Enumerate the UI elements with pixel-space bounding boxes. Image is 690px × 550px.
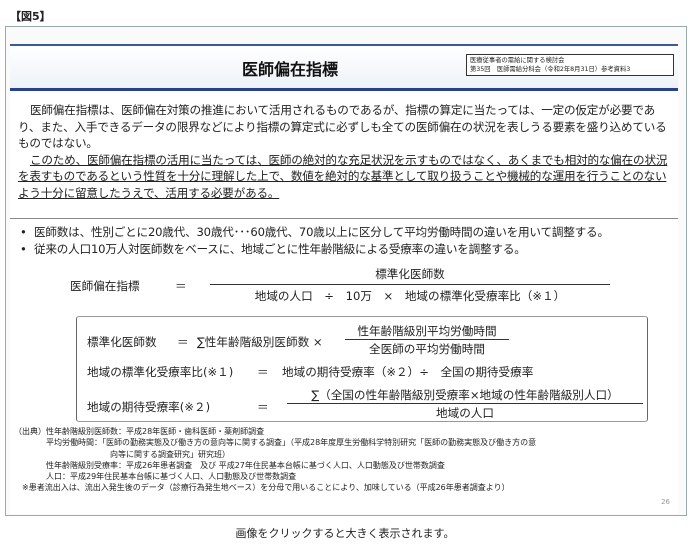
slide[interactable]: 医師偏在指標 医療従事者の需給に関する検討会 第35回 医師需給分科会（令和2年… <box>10 44 678 514</box>
def-work-hours-numerator: 性年齢階級別平均労働時間 <box>357 324 497 338</box>
def-expected-rate-denominator: 地域の人口 <box>436 406 494 420</box>
page-number: 26 <box>661 498 670 506</box>
note-line: ※患者流出入は、流出入発生後のデータ（診療行為発生地ベース）を分母で用いることに… <box>14 483 510 493</box>
enlarge-caption-link[interactable]: 画像をクリックすると大きく表示されます。 <box>0 525 690 541</box>
fraction-bar <box>210 284 610 285</box>
formula-equals: ＝ <box>175 279 187 293</box>
section-divider <box>10 218 678 219</box>
intro-paragraph-2: このため、医師偏在指標の活用に当たっては、医師の絶対的な充足状況を示すものではな… <box>18 152 668 200</box>
note-line: 人口：平成29年住民基本台帳に基づく人口、人口動態及び世帯数調査 <box>14 472 297 482</box>
def-expected-rate-numerator: ∑（全国の性年齢階級別受療率×地域の性年齢階級別人口） <box>311 388 619 402</box>
def-sum-term: ∑性年齢階級別医師数 × <box>197 335 323 349</box>
reference-line-2: 第35回 医師需給分科会（令和2年8月31日）参考資料3 <box>470 66 631 73</box>
def-equals: ＝ <box>257 365 269 379</box>
def-expected-rate-label: 地域の期待受療率(※２) <box>87 400 211 414</box>
def-standardized-ratio-label: 地域の標準化受療率比(※１) <box>87 365 234 379</box>
def-ratio-rhs: 地域の期待受療率（※２）÷ 全国の期待受療率 <box>282 365 534 379</box>
note-line: 性年齢階級別受療率：平成26年患者調査 及び 平成27年住民基本台帳に基づく人口… <box>14 460 445 470</box>
figure-label: 【図5】 <box>10 10 51 23</box>
note-line: 平均労働時間：「医師の勤務実態及び働き方の意向等に関する調査」（平成28年度厚生… <box>14 438 537 448</box>
main-formula: 医師偏在指標 ＝ 標準化医師数 地域の人口 ÷ 10万 × 地域の標準化受療率比… <box>70 266 630 310</box>
intro-paragraph-1: 医師偏在指標は、医師偏在対策の推進において活用されるものであるが、指標の算定に当… <box>18 103 667 150</box>
formula-numerator: 標準化医師数 <box>375 267 445 281</box>
fraction-bar <box>345 339 509 340</box>
note-line: （出典）性年齢階級別医師数：平成28年医師・歯科医師・薬剤師調査 <box>14 427 265 436</box>
reference-box: 医療従事者の需給に関する検討会 第35回 医師需給分科会（令和2年8月31日）参… <box>466 54 674 76</box>
formula-definitions-box: 標準化医師数 ＝ ∑性年齢階級別医師数 × 性年齢階級別平均労働時間 全医師の平… <box>76 316 648 422</box>
def-equals: ＝ <box>257 400 269 414</box>
intro-text: 医師偏在指標は、医師偏在対策の推進において活用されるものであるが、指標の算定に当… <box>18 102 670 201</box>
bullet-list: 医師数は、性別ごとに20歳代、30歳代･･･60歳代、70歳以上に区分して平均労… <box>20 224 670 258</box>
def-standardized-doctors-label: 標準化医師数 <box>87 335 157 349</box>
formula-lhs: 医師偏在指標 <box>70 279 140 293</box>
slide-title-bar: 医師偏在指標 医療従事者の需給に関する検討会 第35回 医師需給分科会（令和2年… <box>10 44 678 91</box>
def-work-hours-denominator: 全医師の平均労働時間 <box>369 342 485 356</box>
reference-line-1: 医療従事者の需給に関する検討会 <box>470 57 565 64</box>
source-notes: （出典）性年齢階級別医師数：平成28年医師・歯科医師・薬剤師調査 平均労働時間：… <box>14 426 674 494</box>
bullet-item: 医師数は、性別ごとに20歳代、30歳代･･･60歳代、70歳以上に区分して平均労… <box>20 224 670 241</box>
note-line: 向等に関する調査研究」研究班） <box>14 449 230 459</box>
bullet-item: 従来の人口10万人対医師数をベースに、地域ごとに性年齢階級による受療率の違いを調… <box>20 241 670 258</box>
def-equals: ＝ <box>177 335 189 349</box>
fraction-bar <box>287 403 643 404</box>
formula-denominator: 地域の人口 ÷ 10万 × 地域の標準化受療率比（※１） <box>254 289 566 303</box>
